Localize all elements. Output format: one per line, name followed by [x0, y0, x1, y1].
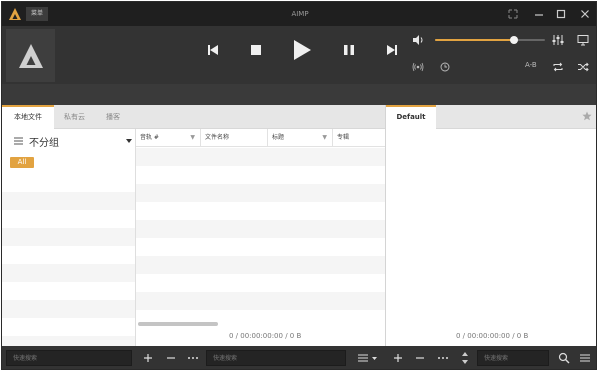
group-all-badge[interactable]: All — [10, 157, 34, 168]
previous-icon — [208, 45, 218, 55]
tab-playlist-default[interactable]: Default — [386, 105, 436, 129]
chevron-down-icon[interactable] — [126, 139, 132, 143]
visualization-icon[interactable] — [577, 34, 589, 46]
filter-icon[interactable]: ▼ — [190, 129, 195, 147]
list-menu-icon[interactable] — [358, 352, 378, 364]
column-header-track-number[interactable]: 音轨 # ▼ — [136, 129, 201, 147]
volume-knob[interactable] — [510, 36, 519, 44]
pause-button[interactable] — [342, 38, 356, 62]
more-icon[interactable] — [187, 352, 199, 364]
bottom-toolbar — [2, 346, 596, 369]
grouping-header[interactable]: 不分组 — [2, 129, 136, 153]
library-status: 0 / 00:00:00:00 / 0 B — [229, 332, 302, 340]
timer-icon[interactable] — [440, 62, 450, 72]
horizontal-scrollbar[interactable] — [138, 322, 218, 326]
title-bar[interactable]: 菜单 AIMP — [2, 2, 596, 26]
tab-podcasts[interactable]: 播客 — [106, 105, 130, 129]
play-icon — [294, 40, 311, 60]
library-search-input[interactable] — [6, 350, 132, 366]
player-panel: A-B — [2, 26, 596, 84]
add-icon[interactable] — [393, 352, 403, 364]
grouping-label: 不分组 — [29, 138, 59, 149]
track-info-bar — [2, 84, 596, 105]
filter-icon[interactable]: ▼ — [322, 129, 327, 147]
pause-icon — [344, 45, 354, 55]
shuffle-icon[interactable] — [577, 62, 589, 72]
mini-mode-icon[interactable] — [507, 8, 519, 20]
repeat-icon[interactable] — [552, 62, 564, 72]
close-button[interactable] — [574, 2, 596, 26]
hamburger-menu-icon[interactable] — [579, 352, 591, 364]
panel-divider[interactable] — [385, 105, 386, 346]
next-button[interactable] — [385, 38, 399, 62]
play-button[interactable] — [291, 38, 313, 62]
column-header-file-name[interactable]: 文件名称 — [201, 129, 268, 147]
sort-updown-icon[interactable] — [461, 351, 469, 365]
playlist-tabs: Default — [386, 105, 596, 129]
group-panel: 不分组 All — [2, 129, 136, 354]
previous-button[interactable] — [206, 38, 220, 62]
equalizer-icon[interactable] — [552, 34, 564, 46]
track-table: 音轨 # ▼ 文件名称 标题 ▼ 专辑 — [136, 129, 385, 346]
aimp-cover-logo-icon — [19, 44, 43, 68]
ab-repeat-button[interactable]: A-B — [525, 61, 537, 69]
playlist-status: 0 / 00:00:00:00 / 0 B — [456, 332, 529, 340]
minimize-button[interactable] — [528, 2, 550, 26]
filter-search-input[interactable] — [206, 350, 346, 366]
aimp-window: 菜单 AIMP A-B 本地文件 私有云 播客 Default 不分组 All … — [1, 1, 597, 370]
more-icon[interactable] — [437, 352, 449, 364]
stop-icon — [251, 45, 261, 55]
column-header-album[interactable]: 专辑 — [333, 129, 385, 147]
maximize-button[interactable] — [550, 2, 572, 26]
album-art[interactable] — [6, 29, 55, 82]
track-rows — [136, 148, 385, 328]
star-icon[interactable] — [582, 111, 592, 121]
maximize-icon — [556, 9, 566, 19]
column-header-title[interactable]: 标题 ▼ — [268, 129, 333, 147]
group-list — [2, 174, 135, 354]
radio-icon[interactable] — [412, 62, 424, 72]
stop-button[interactable] — [249, 38, 263, 62]
add-icon[interactable] — [143, 352, 153, 364]
library-tabs: 本地文件 私有云 播客 — [2, 105, 385, 129]
next-icon — [387, 45, 397, 55]
tab-private-cloud[interactable]: 私有云 — [64, 105, 94, 129]
volume-fill — [435, 39, 515, 41]
tab-local-files[interactable]: 本地文件 — [2, 105, 54, 129]
search-icon[interactable] — [558, 352, 570, 364]
remove-icon[interactable] — [166, 352, 176, 364]
minimize-icon — [535, 14, 543, 16]
volume-icon[interactable] — [412, 34, 426, 46]
playlist-search-input[interactable] — [477, 350, 549, 366]
hamburger-menu-icon[interactable] — [14, 137, 23, 145]
close-icon — [581, 10, 589, 18]
remove-icon[interactable] — [415, 352, 425, 364]
volume-slider[interactable] — [435, 36, 545, 44]
